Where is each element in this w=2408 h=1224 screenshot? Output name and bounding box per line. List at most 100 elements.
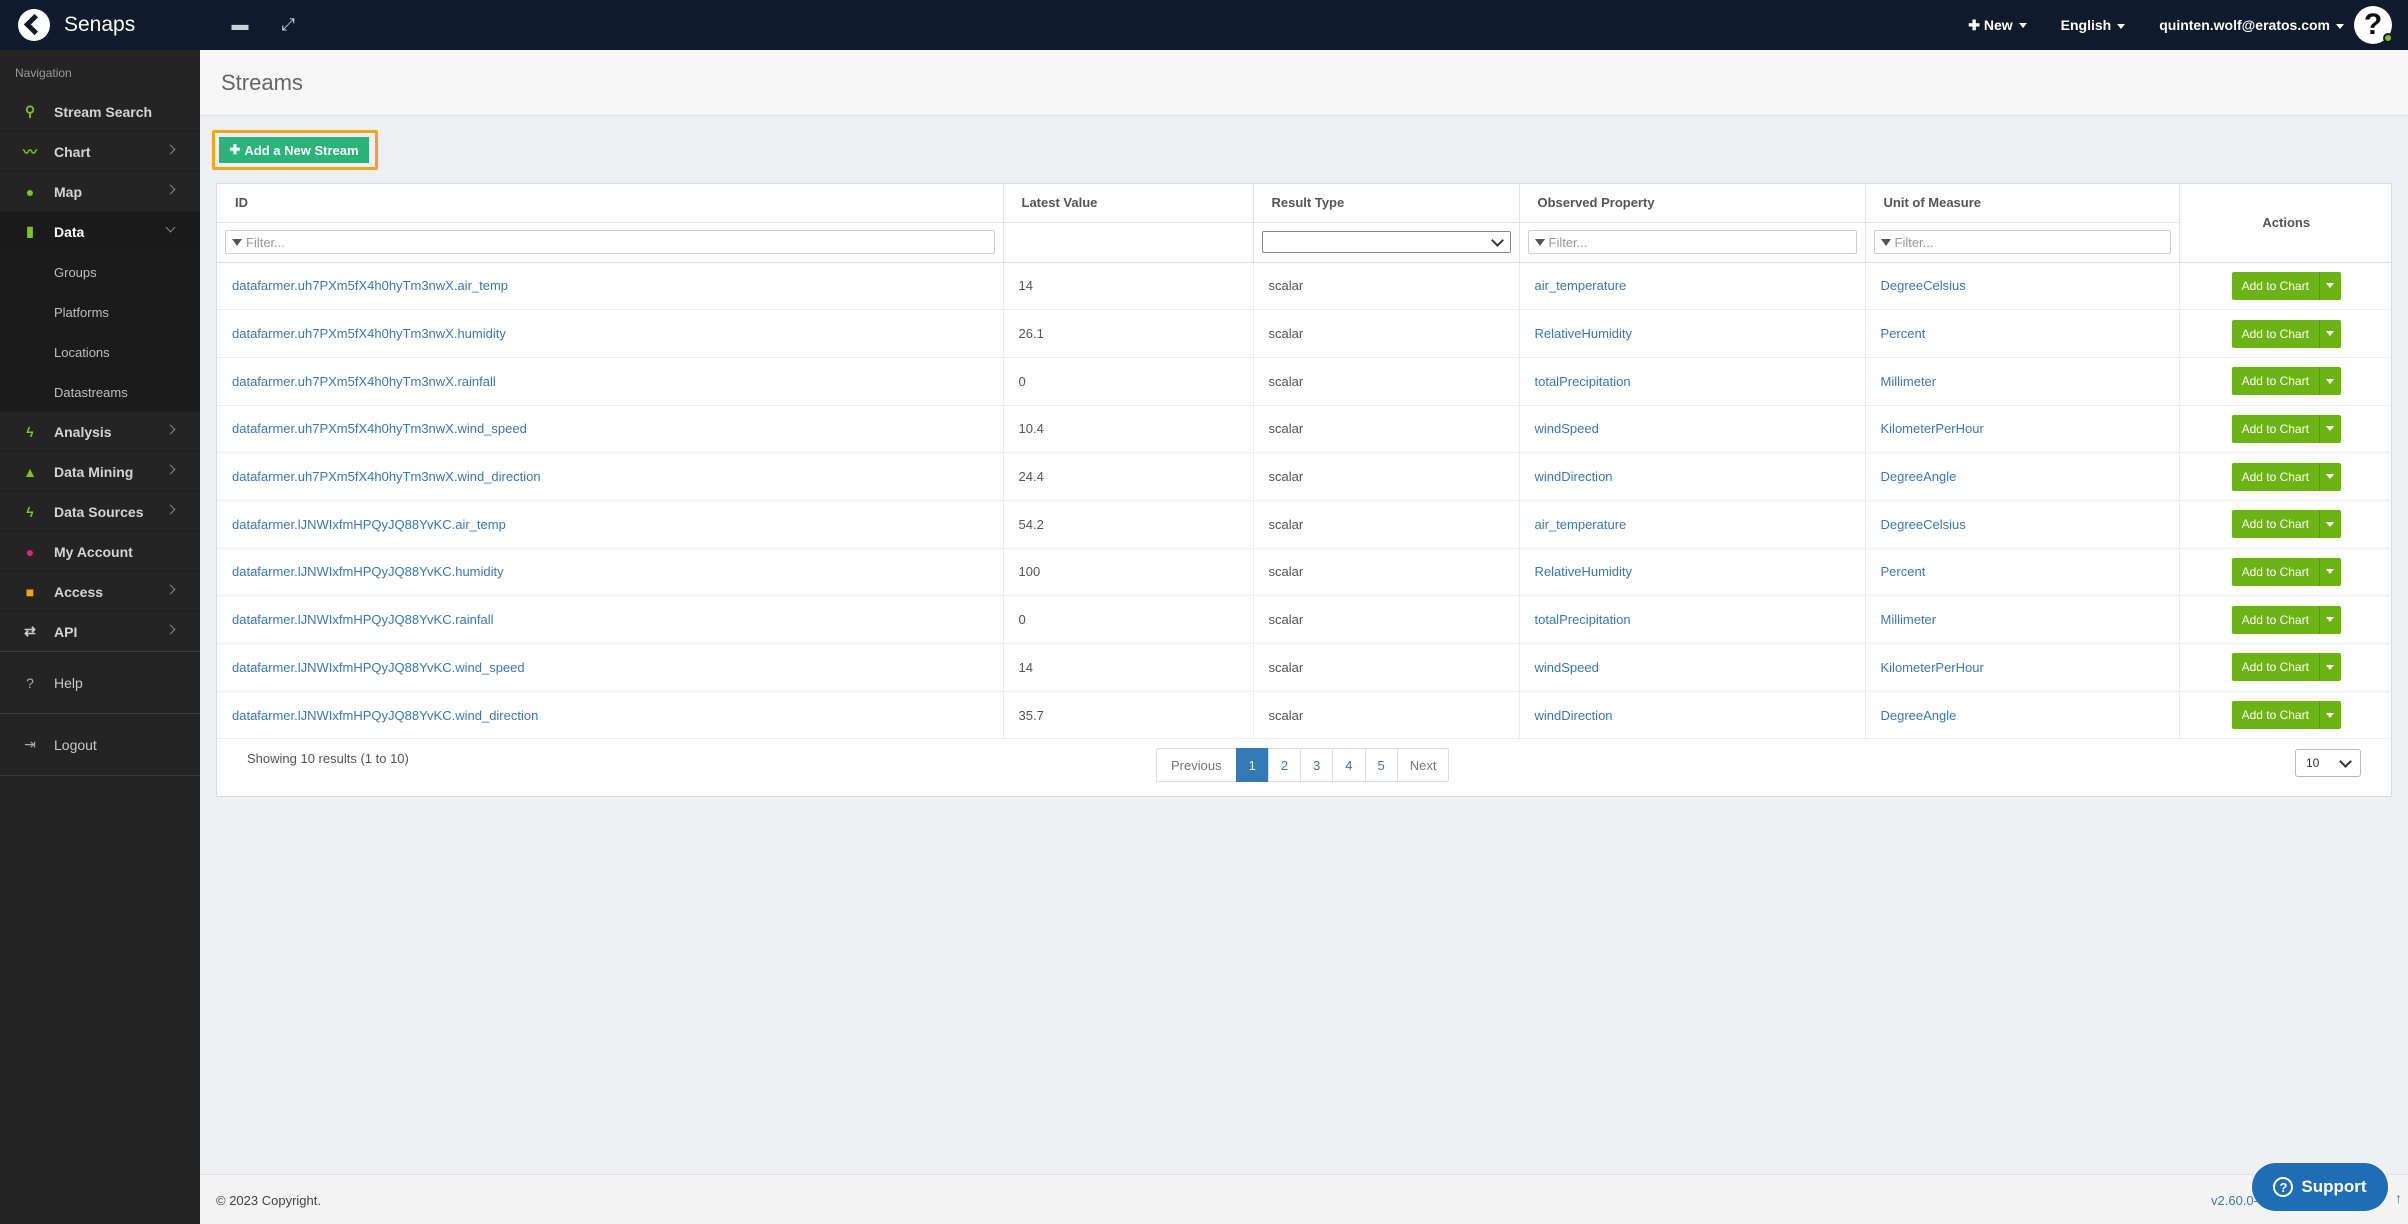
scroll-top-icon[interactable]: ↑ bbox=[2395, 1190, 2402, 1206]
support-button[interactable]: ? Support bbox=[2252, 1163, 2388, 1211]
stream-id-link[interactable]: datafarmer.uh7PXm5fX4h0hyTm3nwX.rainfall bbox=[232, 374, 496, 389]
language-menu[interactable]: English bbox=[2061, 17, 2126, 33]
observed-property-link[interactable]: windSpeed bbox=[1535, 421, 1599, 436]
version-link[interactable]: v2.60.0- bbox=[2211, 1193, 2258, 1208]
fullscreen-icon[interactable]: ⤢ bbox=[278, 15, 298, 35]
stream-id-link[interactable]: datafarmer.lJNWIxfmHPQyJQ88YvKC.wind_dir… bbox=[232, 708, 538, 723]
sidebar-toggle-icon[interactable]: ▬ bbox=[230, 15, 250, 35]
stream-id-link[interactable]: datafarmer.lJNWIxfmHPQyJQ88YvKC.wind_spe… bbox=[232, 660, 525, 675]
sidebar-item-map[interactable]: ● Map bbox=[0, 172, 200, 212]
caret-down-icon[interactable] bbox=[2319, 271, 2341, 300]
observed-property-link[interactable]: windSpeed bbox=[1535, 660, 1599, 675]
sidebar-item-data[interactable]: ▮ Data bbox=[0, 212, 200, 252]
id-filter-input[interactable]: Filter... bbox=[225, 230, 995, 254]
sidebar-item-chart[interactable]: 〰 Chart bbox=[0, 132, 200, 172]
observed-property-link[interactable]: totalPrecipitation bbox=[1535, 612, 1631, 627]
observed-property-link[interactable]: air_temperature bbox=[1535, 278, 1627, 293]
caret-down-icon[interactable] bbox=[2319, 367, 2341, 396]
user-menu[interactable]: quinten.wolf@eratos.com ? bbox=[2159, 6, 2393, 44]
page-size-select[interactable]: 10 bbox=[2295, 749, 2361, 778]
add-to-chart-button[interactable]: Add to Chart bbox=[2231, 510, 2320, 539]
add-to-chart-button[interactable]: Add to Chart bbox=[2231, 414, 2320, 443]
sidebar-item-my-account[interactable]: ● My Account bbox=[0, 532, 200, 572]
unit-link[interactable]: Percent bbox=[1881, 326, 1926, 341]
avatar[interactable]: ? bbox=[2354, 6, 2393, 44]
stream-id-link[interactable]: datafarmer.lJNWIxfmHPQyJQ88YvKC.air_temp bbox=[232, 517, 506, 532]
stream-id-link[interactable]: datafarmer.uh7PXm5fX4h0hyTm3nwX.wind_spe… bbox=[232, 421, 527, 436]
new-menu[interactable]: ✚ New bbox=[1968, 17, 2027, 34]
caret-down-icon[interactable] bbox=[2319, 653, 2341, 682]
sidebar-subitem-locations[interactable]: Locations bbox=[0, 332, 200, 372]
sidebar-item-label: Stream Search bbox=[54, 103, 153, 120]
observed-property-link[interactable]: RelativeHumidity bbox=[1535, 326, 1633, 341]
stream-id-link[interactable]: datafarmer.uh7PXm5fX4h0hyTm3nwX.air_temp bbox=[232, 278, 508, 293]
observed-property-link[interactable]: air_temperature bbox=[1535, 517, 1627, 532]
sidebar-item-access[interactable]: ■ Access bbox=[0, 572, 200, 612]
stream-id-link[interactable]: datafarmer.lJNWIxfmHPQyJQ88YvKC.humidity bbox=[232, 564, 504, 579]
pagination-page-3[interactable]: 3 bbox=[1300, 748, 1334, 783]
add-to-chart-button[interactable]: Add to Chart bbox=[2231, 319, 2320, 348]
sidebar-item-analysis[interactable]: ϟ Analysis bbox=[0, 412, 200, 452]
add-to-chart-button[interactable]: Add to Chart bbox=[2231, 271, 2320, 300]
stream-id-link[interactable]: datafarmer.uh7PXm5fX4h0hyTm3nwX.humidity bbox=[232, 326, 506, 341]
unit-link[interactable]: KilometerPerHour bbox=[1881, 660, 1984, 675]
pagination-previous[interactable]: Previous bbox=[1156, 748, 1237, 783]
add-to-chart-button[interactable]: Add to Chart bbox=[2231, 557, 2320, 586]
latest-value-cell: 14 bbox=[1003, 643, 1254, 692]
caret-down-icon[interactable] bbox=[2319, 701, 2341, 730]
sidebar-item-logout[interactable]: ⇥ Logout bbox=[0, 714, 200, 776]
column-header-id[interactable]: ID bbox=[217, 184, 1004, 223]
observed-property-filter-input[interactable]: Filter... bbox=[1527, 230, 1857, 254]
stream-id-link[interactable]: datafarmer.uh7PXm5fX4h0hyTm3nwX.wind_dir… bbox=[232, 469, 541, 484]
add-to-chart-button[interactable]: Add to Chart bbox=[2231, 462, 2320, 491]
unit-filter-input[interactable]: Filter... bbox=[1873, 230, 2171, 254]
column-header-observed-property[interactable]: Observed Property bbox=[1519, 184, 1866, 223]
add-to-chart-button[interactable]: Add to Chart bbox=[2231, 605, 2320, 634]
caret-down-icon[interactable] bbox=[2319, 462, 2341, 491]
add-to-chart-button[interactable]: Add to Chart bbox=[2231, 653, 2320, 682]
add-new-stream-label: Add a New Stream bbox=[244, 142, 359, 158]
caret-down-icon[interactable] bbox=[2319, 319, 2341, 348]
column-header-unit-of-measure[interactable]: Unit of Measure bbox=[1865, 184, 2180, 223]
sidebar-item-api[interactable]: ⇄ API bbox=[0, 612, 200, 652]
caret-down-icon[interactable] bbox=[2319, 510, 2341, 539]
unit-link[interactable]: Millimeter bbox=[1881, 612, 1937, 627]
caret-down-icon[interactable] bbox=[2319, 605, 2341, 634]
pagination-page-5[interactable]: 5 bbox=[1364, 748, 1398, 783]
sidebar-subitem-groups[interactable]: Groups bbox=[0, 252, 200, 292]
pagination: Previous 1 2 3 4 5 Next bbox=[1156, 748, 1450, 783]
observed-property-link[interactable]: windDirection bbox=[1535, 469, 1613, 484]
column-header-result-type[interactable]: Result Type bbox=[1253, 184, 1520, 223]
observed-property-link[interactable]: windDirection bbox=[1535, 708, 1613, 723]
column-header-latest-value[interactable]: Latest Value bbox=[1003, 184, 1254, 223]
add-new-stream-button[interactable]: ✚ Add a New Stream bbox=[219, 137, 369, 163]
unit-link[interactable]: DegreeAngle bbox=[1881, 708, 1957, 723]
observed-property-link[interactable]: totalPrecipitation bbox=[1535, 374, 1631, 389]
page-footer: © 2023 Copyright. v2.60.0- bbox=[200, 1174, 2408, 1224]
brand[interactable]: Senaps bbox=[18, 0, 135, 50]
result-type-select[interactable] bbox=[1261, 231, 1511, 253]
sidebar-item-data-sources[interactable]: ϟ Data Sources bbox=[0, 492, 200, 532]
sidebar-subitem-datastreams[interactable]: Datastreams bbox=[0, 372, 200, 412]
pagination-page-4[interactable]: 4 bbox=[1332, 748, 1366, 783]
sidebar-item-help[interactable]: ? Help bbox=[0, 652, 200, 714]
latest-value-cell: 54.2 bbox=[1003, 500, 1254, 549]
observed-property-link[interactable]: RelativeHumidity bbox=[1535, 564, 1633, 579]
caret-down-icon[interactable] bbox=[2319, 557, 2341, 586]
pagination-next[interactable]: Next bbox=[1396, 748, 1450, 783]
sidebar-item-stream-search[interactable]: ⚲ Stream Search bbox=[0, 92, 200, 132]
unit-link[interactable]: Millimeter bbox=[1881, 374, 1937, 389]
unit-link[interactable]: KilometerPerHour bbox=[1881, 421, 1984, 436]
add-to-chart-button[interactable]: Add to Chart bbox=[2231, 701, 2320, 730]
add-to-chart-button[interactable]: Add to Chart bbox=[2231, 367, 2320, 396]
unit-link[interactable]: DegreeCelsius bbox=[1881, 278, 1966, 293]
pagination-page-2[interactable]: 2 bbox=[1267, 748, 1302, 783]
unit-link[interactable]: DegreeCelsius bbox=[1881, 517, 1966, 532]
sidebar-subitem-platforms[interactable]: Platforms bbox=[0, 292, 200, 332]
stream-id-link[interactable]: datafarmer.lJNWIxfmHPQyJQ88YvKC.rainfall bbox=[232, 612, 494, 627]
pagination-page-1[interactable]: 1 bbox=[1235, 748, 1269, 783]
unit-link[interactable]: DegreeAngle bbox=[1881, 469, 1957, 484]
unit-link[interactable]: Percent bbox=[1881, 564, 1926, 579]
caret-down-icon[interactable] bbox=[2319, 414, 2341, 443]
sidebar-item-data-mining[interactable]: ▲ Data Mining bbox=[0, 452, 200, 492]
